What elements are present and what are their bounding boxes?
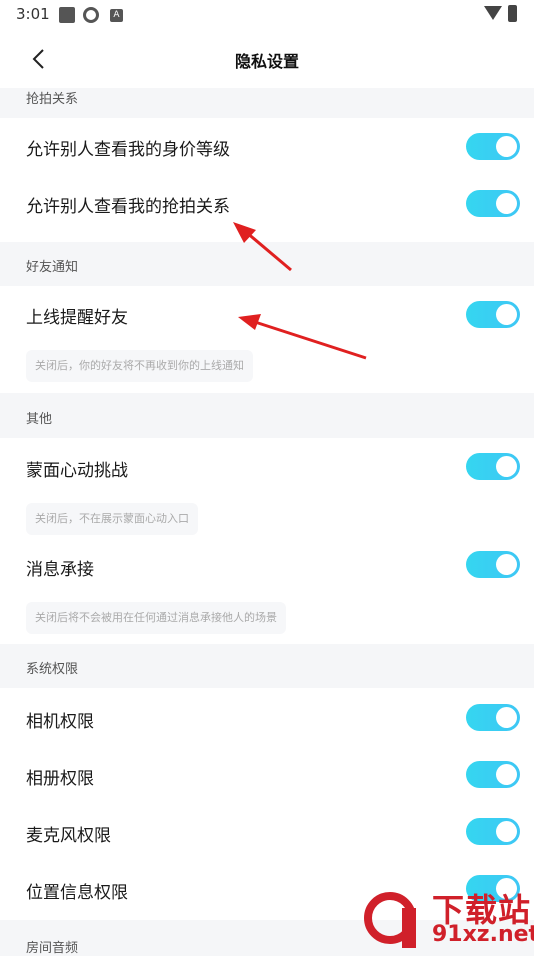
- arrow-to-online-notify: [238, 314, 367, 360]
- annotation-arrows: [233, 222, 367, 360]
- watermark-text-url: 91xz.net: [432, 922, 534, 947]
- arrow-to-snatch-relation: [233, 222, 292, 272]
